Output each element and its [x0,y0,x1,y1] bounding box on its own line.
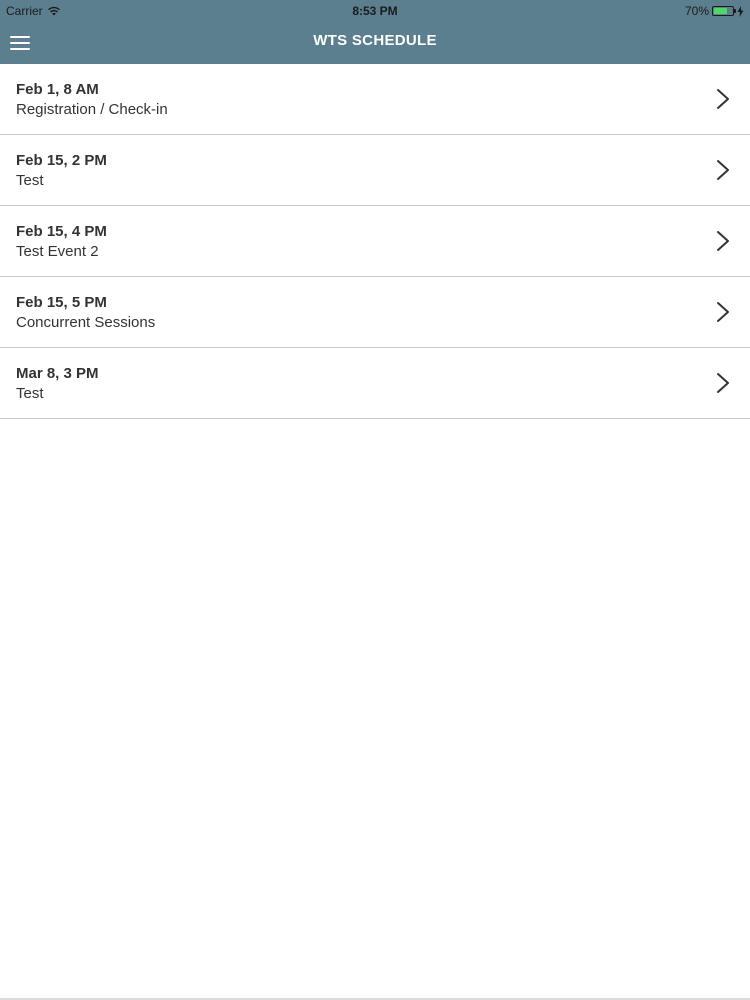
schedule-item[interactable]: Feb 15, 4 PM Test Event 2 [0,206,750,277]
status-time: 8:53 PM [352,4,398,18]
battery-percent: 70% [684,4,709,18]
header: Carrier 8:53 PM 70% WTS SCHEDULE [0,0,750,64]
schedule-item[interactable]: Feb 15, 5 PM Concurrent Sessions [0,277,750,348]
schedule-item-date: Feb 15, 4 PM [16,223,107,240]
schedule-list: Feb 1, 8 AM Registration / Check-in Feb 15… [0,64,750,419]
charging-bolt-icon [737,5,744,17]
schedule-item-title: Concurrent Sessions [16,314,156,331]
chevron-right-icon [717,89,729,109]
schedule-item-title: Registration / Check-in [16,101,168,118]
schedule-item-date: Feb 15, 5 PM [16,294,107,311]
status-bar: Carrier 8:53 PM 70% [0,0,750,22]
schedule-item-date: Feb 1, 8 AM [16,81,99,98]
battery-icon [712,6,736,16]
chevron-right-icon [717,231,729,251]
chevron-right-icon [717,302,729,322]
schedule-item-title: Test Event 2 [16,243,99,260]
chevron-right-icon [717,160,729,180]
battery-tip [734,9,736,13]
schedule-item-title: Test [16,385,44,402]
page-title: WTS SCHEDULE [313,32,437,49]
schedule-item-title: Test [16,172,44,189]
schedule-item[interactable]: Mar 8, 3 PM Test [0,348,750,419]
app-screen: Carrier 8:53 PM 70% WTS SCHEDULE Feb 1, … [0,0,750,1000]
nav-bar: WTS SCHEDULE [0,22,750,64]
schedule-item-date: Mar 8, 3 PM [16,365,99,382]
battery-fill [714,8,727,14]
schedule-item[interactable]: Feb 1, 8 AM Registration / Check-in [0,64,750,135]
schedule-item-date: Feb 15, 2 PM [16,152,107,169]
schedule-item[interactable]: Feb 15, 2 PM Test [0,135,750,206]
status-right: 70% [685,4,744,18]
chevron-right-icon [717,373,729,393]
